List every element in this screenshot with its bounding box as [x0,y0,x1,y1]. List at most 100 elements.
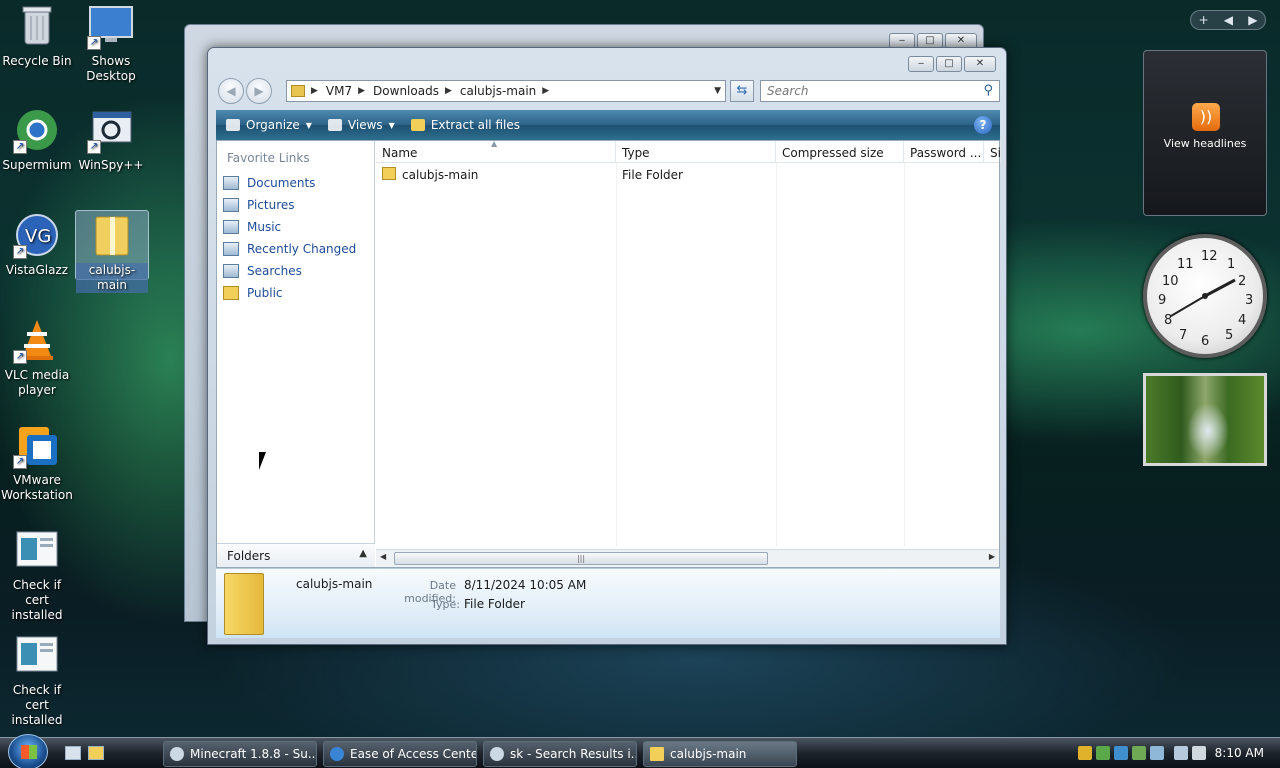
extract-label: Extract all files [430,118,520,132]
volume-muted-icon[interactable] [1192,746,1206,760]
network-icon[interactable] [1174,746,1188,760]
table-row[interactable]: calubjs-main File Folder [376,165,999,185]
nav-link-label: Recently Changed [247,242,357,256]
folders-toggle[interactable]: Folders ▲ [217,543,375,567]
breadcrumb-item[interactable]: Downloads [373,84,439,98]
column-header-password[interactable]: Password ... [904,141,984,163]
clock-number: 10 [1162,274,1179,289]
documents-icon [223,176,239,190]
desktop-icon-winspy[interactable]: ↗ WinSpy++ [74,106,148,173]
scroll-right-icon[interactable]: ▶ [989,552,995,561]
shortcut-arrow-icon: ↗ [13,140,27,154]
nav-link-documents[interactable]: Documents [223,173,315,193]
app-tray-icon[interactable] [1150,746,1164,760]
search-input[interactable]: Search ⚲ [760,80,1000,102]
nav-link-label: Public [247,286,283,300]
nav-link-public[interactable]: Public [223,283,283,303]
mouse-cursor-icon [259,452,266,470]
nav-link-label: Searches [247,264,302,278]
organize-button[interactable]: Organize ▼ [226,118,312,132]
system-tray: 8:10 AM [1070,738,1280,768]
close-button[interactable]: ✕ [964,56,996,72]
maximize-button[interactable]: □ [936,56,962,72]
content-area: Favorite Links Documents Pictures Music … [216,140,1001,568]
sort-ascending-icon: ▲ [491,141,498,148]
taskbar: Minecraft 1.8.8 - Su... Ease of Access C… [0,734,1280,768]
horizontal-scrollbar[interactable]: ◀ ||| ▶ [376,549,999,567]
extract-all-button[interactable]: Extract all files [410,118,520,132]
desktop-icon-label: Shows Desktop [86,54,136,83]
show-desktop-icon[interactable] [65,746,81,760]
nav-link-searches[interactable]: Searches [223,261,302,281]
nav-link-pictures[interactable]: Pictures [223,195,295,215]
search-icon[interactable]: ⚲ [983,83,993,98]
taskbar-button-calubjs-main[interactable]: calubjs-main [643,741,797,767]
previous-arrow-icon[interactable]: ◀ [1224,13,1233,27]
feed-headlines-gadget[interactable]: )) View headlines [1143,50,1267,216]
sidebar-controls: + ◀ ▶ [1190,10,1266,30]
minute-hand [1170,295,1206,317]
nav-link-recently-changed[interactable]: Recently Changed [223,239,356,259]
forward-button[interactable]: ▶ [246,78,272,104]
file-type: File Folder [622,168,683,182]
help-button[interactable]: ? [974,116,992,134]
add-gadget-button[interactable]: + [1199,13,1209,27]
nav-link-music[interactable]: Music [223,217,281,237]
monitor-icon: ↗ [87,2,135,50]
desktop-icon-label: VistaGlazz [5,263,69,277]
desktop-icon-label: VMware Workstation [1,473,73,502]
minimize-button[interactable]: ‒ [908,56,934,72]
back-button[interactable]: ◀ [218,78,244,104]
favorite-links-heading: Favorite Links [227,151,310,165]
column-header-compressed-size[interactable]: Compressed size [776,141,904,163]
extract-icon [410,119,425,131]
slideshow-gadget[interactable] [1143,373,1267,466]
views-button[interactable]: Views ▼ [327,118,395,132]
checkmark-icon[interactable] [1096,746,1110,760]
recycle-bin-icon [13,2,61,50]
views-icon [327,119,342,131]
desktop-icon-check-cert-2[interactable]: Check if cert installed [0,631,74,728]
desktop-icon-vmware[interactable]: ↗ VMware Workstation [0,421,74,503]
app-tray-icon[interactable] [1132,746,1146,760]
clock-gadget[interactable]: 12 1 2 3 4 5 6 7 8 9 10 11 [1143,234,1267,358]
chevron-down-icon[interactable]: ▼ [714,86,721,96]
column-header-type[interactable]: Type [616,141,776,163]
clock-number: 11 [1177,257,1194,272]
app-tray-icon[interactable] [1114,746,1128,760]
address-bar[interactable]: ▶ VM7 ▶ Downloads ▶ calubjs-main ▶ ▼ [286,80,726,102]
scroll-thumb[interactable]: ||| [394,552,768,565]
vmware-icon: ↗ [13,421,61,469]
shortcut-arrow-icon: ↗ [13,350,27,364]
breadcrumb-item[interactable]: VM7 [326,84,352,98]
taskbar-button-label: Ease of Access Center [350,747,477,761]
desktop-icon-shows-desktop[interactable]: ↗ Shows Desktop [74,2,148,84]
column-header-size[interactable]: Si [984,141,1001,163]
taskbar-button-ease-of-access[interactable]: Ease of Access Center [323,741,477,767]
security-shield-icon[interactable] [1078,746,1092,760]
start-button[interactable] [8,734,48,768]
refresh-button[interactable]: ⇆ [730,80,754,102]
scroll-left-icon[interactable]: ◀ [380,552,386,561]
desktop-icon-label: Check if cert installed [11,683,63,727]
view-headlines-label[interactable]: View headlines [1144,137,1266,150]
desktop-icon-vistaglazz[interactable]: VG ↗ VistaGlazz [0,211,74,278]
column-divider [904,163,905,547]
next-arrow-icon[interactable]: ▶ [1248,13,1257,27]
views-label: Views [347,118,383,132]
shortcut-arrow-icon: ↗ [87,140,101,154]
explorer-window[interactable]: ‒ □ ✕ ◀ ▶ ▶ VM7 ▶ Downloads ▶ calubjs-ma… [207,47,1007,645]
clock-number: 4 [1238,313,1246,328]
desktop-icon-supermium[interactable]: ↗ Supermium [0,106,74,173]
taskbar-button-search-results[interactable]: sk - Search Results i... [483,741,637,767]
column-header-name[interactable]: Name ▲ [376,141,616,163]
desktop-icon-vlc[interactable]: ↗ VLC media player [0,316,74,398]
desktop-icon-calubjs-main[interactable]: calubjs-main [75,210,149,293]
taskbar-button-minecraft[interactable]: Minecraft 1.8.8 - Su... [163,741,317,767]
switch-windows-icon[interactable] [88,746,104,760]
taskbar-clock[interactable]: 8:10 AM [1215,746,1264,760]
desktop-icon-recycle-bin[interactable]: Recycle Bin [0,2,74,69]
desktop-icon-label: Recycle Bin [2,54,72,68]
desktop-icon-check-cert-1[interactable]: Check if cert installed [0,526,74,623]
breadcrumb-item[interactable]: calubjs-main [460,84,536,98]
